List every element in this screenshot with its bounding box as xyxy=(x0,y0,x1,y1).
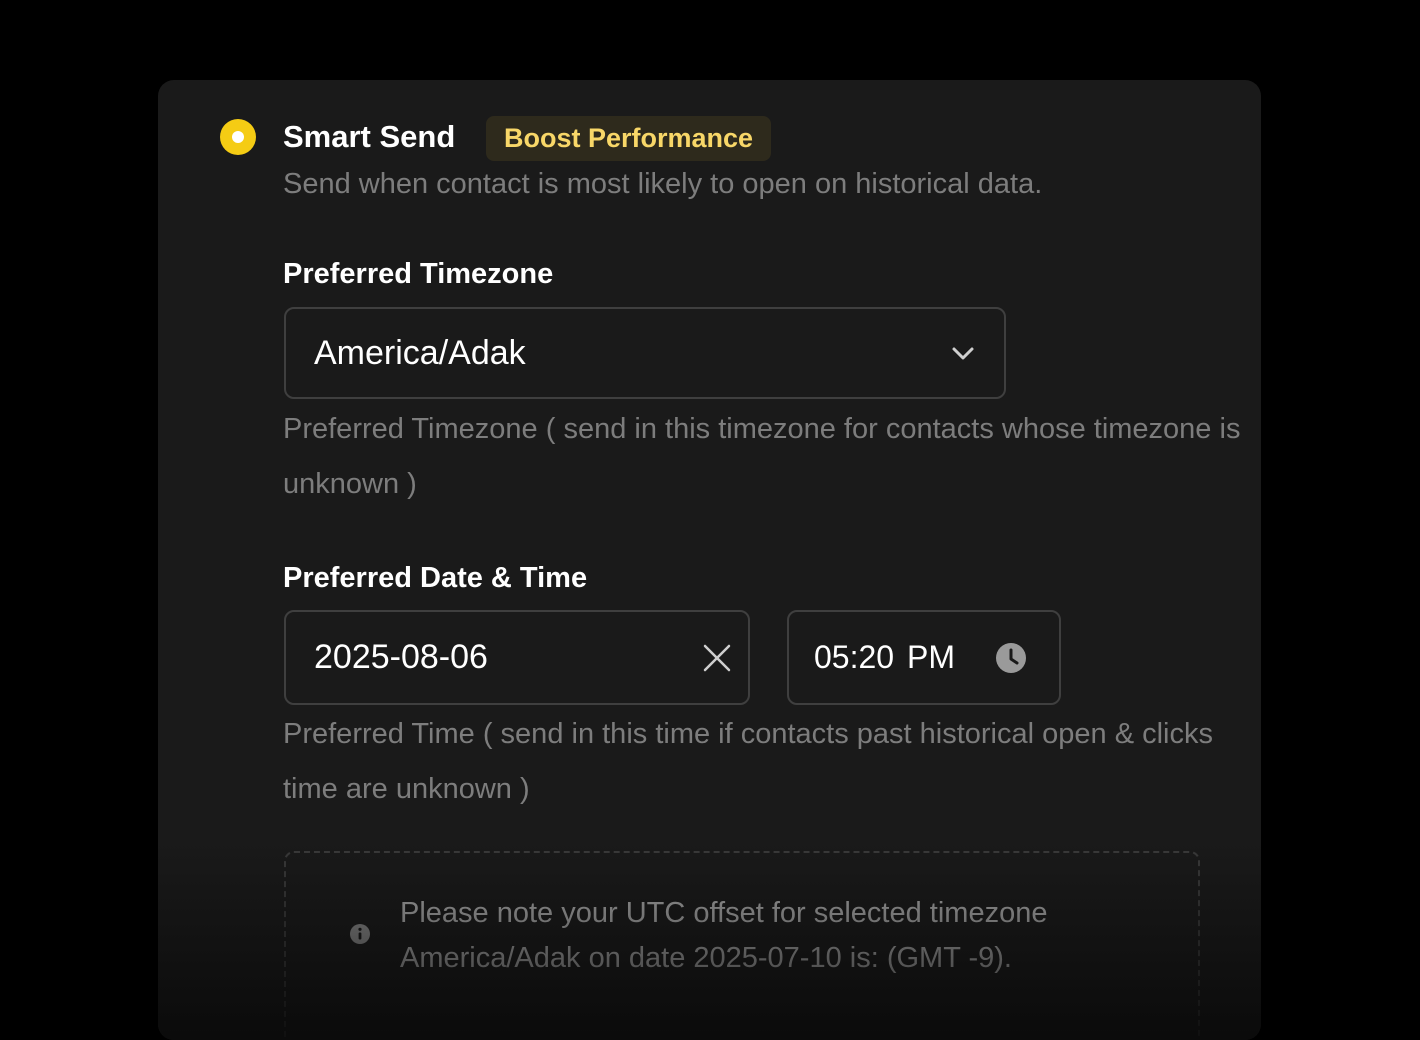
smart-send-description: Send when contact is most likely to open… xyxy=(283,168,1043,200)
datetime-label: Preferred Date & Time xyxy=(283,562,588,594)
close-icon[interactable] xyxy=(702,643,732,673)
smart-send-radio[interactable] xyxy=(220,119,256,155)
time-value: 05:20 PM xyxy=(814,639,955,675)
timezone-label: Preferred Timezone xyxy=(283,258,554,290)
date-value: 2025-08-06 xyxy=(314,638,488,676)
utc-offset-text: Please note your UTC offset for selected… xyxy=(400,891,1180,981)
info-icon xyxy=(350,924,370,944)
date-input[interactable]: 2025-08-06 xyxy=(284,610,750,705)
timezone-value: America/Adak xyxy=(314,334,526,372)
utc-offset-line-2: America/Adak on date 2025-07-10 is: (GMT… xyxy=(400,942,1012,974)
time-input[interactable]: 05:20 PM xyxy=(787,610,1061,705)
timezone-select[interactable]: America/Adak xyxy=(284,307,1006,399)
clock-icon[interactable] xyxy=(995,642,1027,674)
radio-dot xyxy=(232,131,244,143)
utc-offset-note: Please note your UTC offset for selected… xyxy=(284,851,1200,1040)
boost-performance-badge: Boost Performance xyxy=(486,116,772,161)
timezone-helper: Preferred Timezone ( send in this timezo… xyxy=(283,413,1241,500)
utc-offset-line-1: Please note your UTC offset for selected… xyxy=(400,897,1048,929)
smart-send-title: Smart Send xyxy=(283,119,456,154)
smart-send-card: Smart Send Boost Performance Send when c… xyxy=(158,80,1261,1040)
datetime-helper: Preferred Time ( send in this time if co… xyxy=(283,718,1213,805)
chevron-down-icon[interactable] xyxy=(950,343,976,363)
